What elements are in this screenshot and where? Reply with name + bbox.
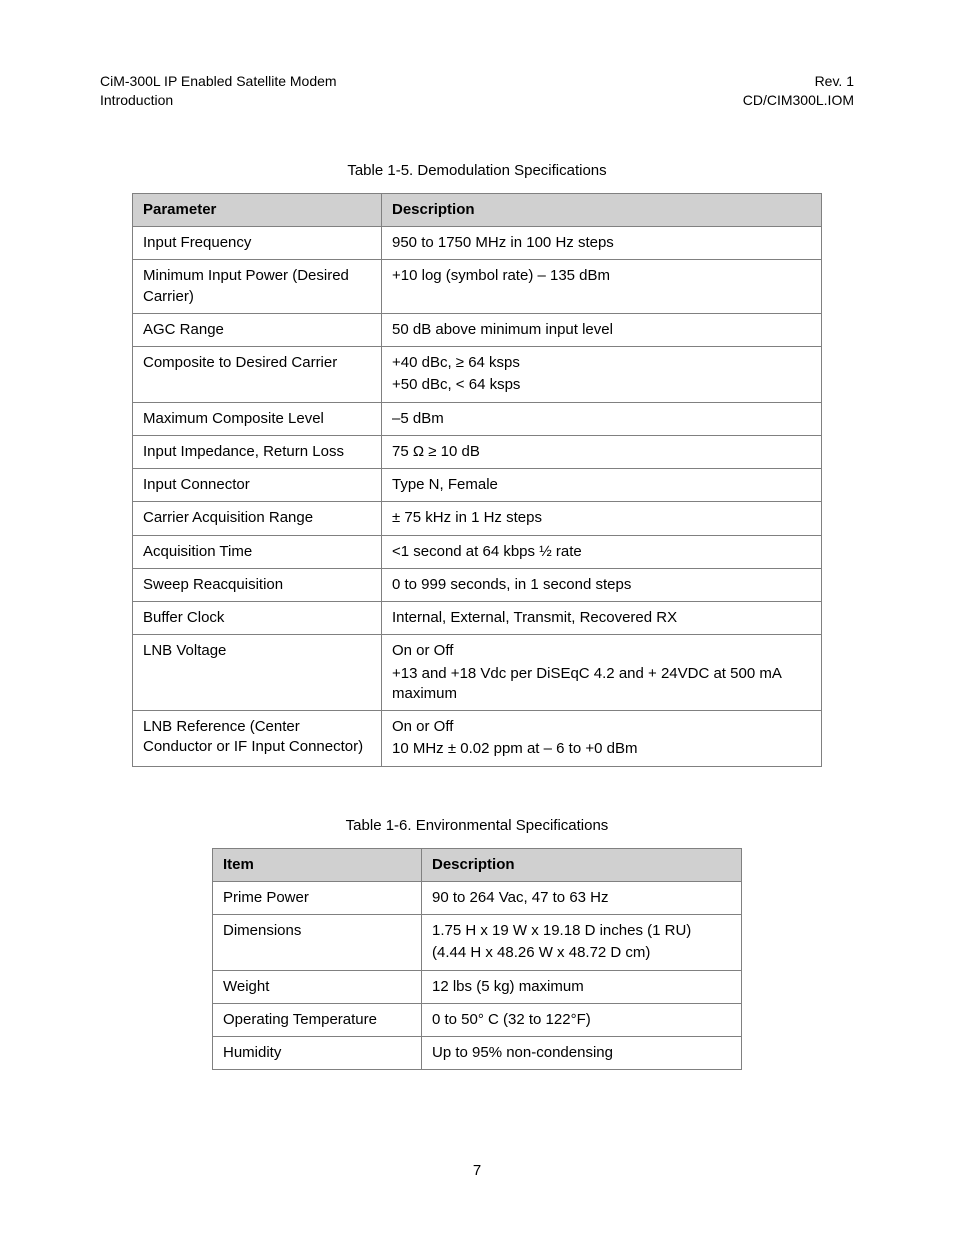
table-row: Minimum Input Power (Desired Carrier) +10… (133, 260, 822, 314)
table-row: Buffer Clock Internal, External, Transmit… (133, 602, 822, 635)
desc-cell: 1.75 H x 19 W x 19.18 D inches (1 RU)(4.… (422, 915, 742, 971)
page-number: 7 (0, 1162, 954, 1179)
param-cell: Maximum Composite Level (133, 402, 382, 435)
table-row: Carrier Acquisition Range ± 75 kHz in 1 H… (133, 502, 822, 535)
table-row: Weight 12 lbs (5 kg) maximum (213, 970, 742, 1003)
desc-line: +10 log (symbol rate) – 135 dBm (392, 266, 813, 286)
table-row: Acquisition Time <1 second at 64 kbps ½ r… (133, 535, 822, 568)
table1-col1-header: Parameter (133, 193, 382, 226)
demodulation-specs-table: Parameter Description Input Frequency 950… (132, 193, 822, 767)
desc-line: 1.75 H x 19 W x 19.18 D inches (1 RU) (432, 921, 733, 941)
desc-cell: Internal, External, Transmit, Recovered … (382, 602, 822, 635)
table2-title: Table 1-6. Environmental Specifications (100, 817, 854, 834)
param-cell: Weight (213, 970, 422, 1003)
param-cell: Humidity (213, 1037, 422, 1070)
desc-line: Internal, External, Transmit, Recovered … (392, 608, 813, 628)
desc-cell: ± 75 kHz in 1 Hz steps (382, 502, 822, 535)
param-cell: Minimum Input Power (Desired Carrier) (133, 260, 382, 314)
header-right-line1: Rev. 1 (743, 72, 854, 91)
desc-line: 950 to 1750 MHz in 100 Hz steps (392, 233, 813, 253)
desc-cell: +40 dBc, ≥ 64 ksps+50 dBc, < 64 ksps (382, 347, 822, 403)
table-row: Prime Power 90 to 264 Vac, 47 to 63 Hz (213, 881, 742, 914)
desc-cell: 50 dB above minimum input level (382, 313, 822, 346)
desc-cell: –5 dBm (382, 402, 822, 435)
environmental-specs-table: Item Description Prime Power 90 to 264 Va… (212, 848, 742, 1071)
desc-line: –5 dBm (392, 409, 813, 429)
param-cell: Carrier Acquisition Range (133, 502, 382, 535)
desc-line: +40 dBc, ≥ 64 ksps (392, 353, 813, 373)
header-right-line2: CD/CIM300L.IOM (743, 91, 854, 110)
desc-line: 0 to 50° C (32 to 122°F) (432, 1010, 733, 1030)
desc-cell: 12 lbs (5 kg) maximum (422, 970, 742, 1003)
desc-line: Type N, Female (392, 475, 813, 495)
table1-body: Input Frequency 950 to 1750 MHz in 100 Hz… (133, 227, 822, 767)
desc-line: 12 lbs (5 kg) maximum (432, 977, 733, 997)
desc-cell: 0 to 50° C (32 to 122°F) (422, 1003, 742, 1036)
param-cell: Input Frequency (133, 227, 382, 260)
desc-line: +13 and +18 Vdc per DiSEqC 4.2 and + 24V… (392, 664, 813, 705)
table2-col1-header: Item (213, 848, 422, 881)
desc-cell: Up to 95% non-condensing (422, 1037, 742, 1070)
table2-body: Prime Power 90 to 264 Vac, 47 to 63 Hz Dim… (213, 881, 742, 1070)
table-row: Input Impedance, Return Loss 75 Ω ≥ 10 dB (133, 435, 822, 468)
desc-cell: Type N, Female (382, 469, 822, 502)
param-cell: Buffer Clock (133, 602, 382, 635)
desc-cell: On or Off10 MHz ± 0.02 ppm at – 6 to +0 … (382, 711, 822, 767)
desc-cell: 950 to 1750 MHz in 100 Hz steps (382, 227, 822, 260)
desc-cell: 75 Ω ≥ 10 dB (382, 435, 822, 468)
param-cell: AGC Range (133, 313, 382, 346)
desc-cell: 90 to 264 Vac, 47 to 63 Hz (422, 881, 742, 914)
header-left: CiM-300L IP Enabled Satellite Modem Intr… (100, 72, 337, 110)
table-row: AGC Range 50 dB above minimum input level (133, 313, 822, 346)
table-row: Input Connector Type N, Female (133, 469, 822, 502)
param-cell: Acquisition Time (133, 535, 382, 568)
desc-line: (4.44 H x 48.26 W x 48.72 D cm) (432, 943, 733, 963)
header-left-line1: CiM-300L IP Enabled Satellite Modem (100, 72, 337, 91)
desc-cell: <1 second at 64 kbps ½ rate (382, 535, 822, 568)
desc-line: <1 second at 64 kbps ½ rate (392, 542, 813, 562)
desc-cell: 0 to 999 seconds, in 1 second steps (382, 568, 822, 601)
desc-line: 90 to 264 Vac, 47 to 63 Hz (432, 888, 733, 908)
header-right: Rev. 1 CD/CIM300L.IOM (743, 72, 854, 110)
param-cell: Input Impedance, Return Loss (133, 435, 382, 468)
desc-cell: On or Off +13 and +18 Vdc per DiSEqC 4.2 … (382, 635, 822, 711)
desc-line: 10 MHz ± 0.02 ppm at – 6 to +0 dBm (392, 739, 813, 759)
table2-col2-header: Description (422, 848, 742, 881)
param-cell: Operating Temperature (213, 1003, 422, 1036)
table-row: Dimensions1.75 H x 19 W x 19.18 D inches… (213, 915, 742, 971)
desc-line: On or Off (392, 641, 813, 661)
table-row: LNB Reference (Center Conductor or IF In… (133, 711, 822, 767)
desc-line: Up to 95% non-condensing (432, 1043, 733, 1063)
desc-line: On or Off (392, 717, 813, 737)
desc-line: ± 75 kHz in 1 Hz steps (392, 508, 813, 528)
param-cell: Prime Power (213, 881, 422, 914)
param-cell: Composite to Desired Carrier (133, 347, 382, 403)
table-row: Composite to Desired Carrier+40 dBc, ≥ 6… (133, 347, 822, 403)
table-header-row: Item Description (213, 848, 742, 881)
table-row: Sweep Reacquisition 0 to 999 seconds, in … (133, 568, 822, 601)
header-left-line2: Introduction (100, 91, 337, 110)
table-row: Operating Temperature 0 to 50° C (32 to 1… (213, 1003, 742, 1036)
document-page: CiM-300L IP Enabled Satellite Modem Intr… (0, 0, 954, 1235)
desc-line: 0 to 999 seconds, in 1 second steps (392, 575, 813, 595)
table-row: Humidity Up to 95% non-condensing (213, 1037, 742, 1070)
table1-title: Table 1-5. Demodulation Specifications (100, 162, 854, 179)
param-cell: LNB Reference (Center Conductor or IF In… (133, 711, 382, 767)
table-header-row: Parameter Description (133, 193, 822, 226)
param-cell: Sweep Reacquisition (133, 568, 382, 601)
desc-line: +50 dBc, < 64 ksps (392, 375, 813, 395)
table-row: LNB Voltage On or Off +13 and +18 Vdc per … (133, 635, 822, 711)
desc-line: 75 Ω ≥ 10 dB (392, 442, 813, 462)
table1-col2-header: Description (382, 193, 822, 226)
page-header: CiM-300L IP Enabled Satellite Modem Intr… (100, 72, 854, 110)
param-cell: Input Connector (133, 469, 382, 502)
param-cell: Dimensions (213, 915, 422, 971)
table-row: Input Frequency 950 to 1750 MHz in 100 Hz… (133, 227, 822, 260)
desc-cell: +10 log (symbol rate) – 135 dBm (382, 260, 822, 314)
param-cell: LNB Voltage (133, 635, 382, 711)
desc-line: 50 dB above minimum input level (392, 320, 813, 340)
table-row: Maximum Composite Level –5 dBm (133, 402, 822, 435)
